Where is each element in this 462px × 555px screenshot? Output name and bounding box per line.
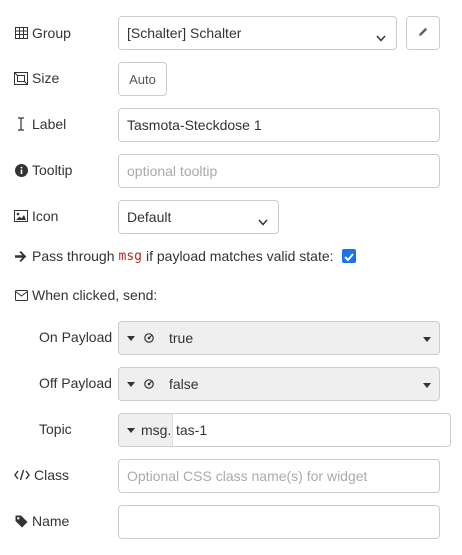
icon-label: Icon — [32, 208, 59, 224]
group-select-value: [Schalter] Schalter — [127, 25, 242, 41]
tooltip-input[interactable]: optional tooltip — [118, 154, 440, 188]
class-input[interactable]: Optional CSS class name(s) for widget — [118, 459, 440, 493]
size-label-row: Size — [14, 69, 59, 87]
image-icon — [14, 209, 28, 223]
topic-prefix: msg. — [141, 422, 172, 438]
topic-type-selector[interactable]: msg. — [119, 414, 173, 446]
off-payload-value: false — [169, 376, 199, 392]
text-cursor-icon — [14, 117, 28, 131]
checkmark-icon — [344, 248, 354, 264]
size-label: Size — [32, 70, 60, 86]
tooltip-label-row: Tooltip — [14, 161, 72, 179]
icon-select-value: Default — [127, 209, 172, 225]
table-icon — [14, 26, 28, 40]
passthru-suffix: if payload matches valid state: — [145, 248, 334, 264]
chevron-down-icon — [258, 213, 268, 229]
tag-icon — [14, 514, 28, 528]
topic-label: Topic — [39, 421, 72, 437]
boolean-icon — [144, 333, 154, 343]
tooltip-label: Tooltip — [32, 162, 73, 178]
chevron-down-icon — [376, 29, 386, 45]
when-clicked-label: When clicked, send: — [32, 287, 158, 303]
arrow-right-icon — [14, 249, 28, 263]
when-clicked-row: When clicked, send: — [14, 286, 157, 304]
caret-down-icon — [423, 383, 431, 388]
group-edit-button[interactable] — [406, 16, 440, 50]
label-label: Label — [32, 116, 67, 132]
name-label: Name — [32, 513, 70, 529]
off-payload-label: Off Payload — [39, 375, 112, 391]
code-icon — [14, 468, 30, 482]
passthru-code: msg — [118, 248, 142, 264]
size-button[interactable]: Auto — [118, 62, 167, 96]
off-payload-select[interactable]: false — [118, 367, 440, 401]
passthru-row: Pass through msg if payload matches vali… — [14, 247, 334, 265]
on-payload-select[interactable]: true — [118, 321, 440, 355]
class-label-row: Class — [14, 466, 69, 484]
group-select[interactable]: [Schalter] Schalter — [118, 16, 397, 50]
on-payload-value: true — [169, 330, 194, 346]
on-payload-label: On Payload — [39, 329, 113, 345]
label-input[interactable]: Tasmota-Steckdose 1 — [118, 108, 440, 142]
caret-down-icon — [423, 337, 431, 342]
resize-icon — [14, 71, 28, 85]
icon-select[interactable]: Default — [118, 200, 279, 234]
group-label-row: Group — [14, 24, 71, 42]
class-placeholder: Optional CSS class name(s) for widget — [127, 468, 368, 484]
label-label-row: Label — [14, 115, 66, 133]
pencil-icon — [417, 25, 429, 41]
size-value: Auto — [129, 71, 156, 87]
name-input[interactable] — [118, 505, 440, 539]
label-input-value: Tasmota-Steckdose 1 — [127, 117, 262, 133]
topic-value: tas-1 — [176, 422, 208, 438]
caret-down-icon — [127, 335, 135, 341]
info-circle-icon — [14, 163, 28, 177]
icon-label-row: Icon — [14, 207, 58, 225]
topic-input[interactable]: msg. tas-1 — [118, 413, 451, 447]
passthru-checkbox[interactable] — [342, 249, 356, 263]
group-label: Group — [32, 25, 71, 41]
tooltip-placeholder: optional tooltip — [127, 163, 218, 179]
envelope-icon — [14, 288, 28, 302]
boolean-icon — [144, 379, 154, 389]
caret-down-icon — [127, 381, 135, 387]
caret-down-icon — [127, 427, 135, 433]
class-label: Class — [34, 467, 70, 483]
passthru-prefix: Pass through — [32, 248, 115, 264]
name-label-row: Name — [14, 512, 69, 530]
